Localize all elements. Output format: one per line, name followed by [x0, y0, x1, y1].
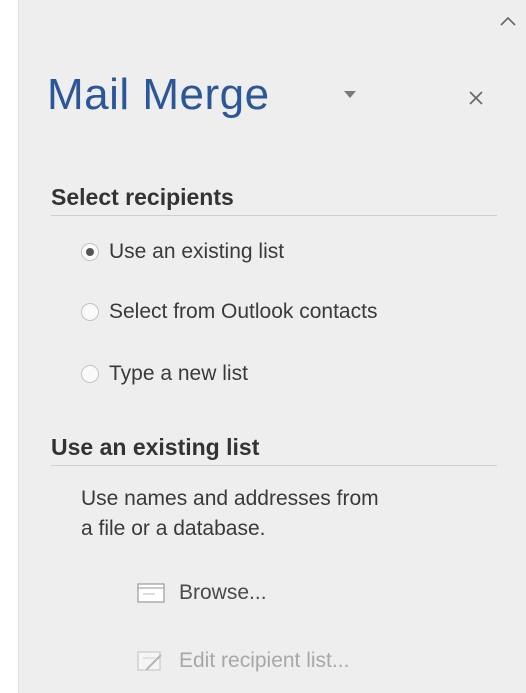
existing-list-heading: Use an existing list [51, 434, 260, 460]
radio-label: Select from Outlook contacts [109, 300, 378, 323]
radio-dot [86, 248, 94, 256]
section-divider [51, 215, 497, 216]
edit-recipient-list-link[interactable]: Edit recipient list... [135, 644, 349, 678]
collapse-ribbon-button[interactable] [494, 10, 522, 32]
edit-recipient-list-label: Edit recipient list... [179, 649, 350, 672]
browse-link[interactable]: Browse... [135, 576, 267, 610]
browse-file-icon [137, 583, 165, 603]
select-recipients-heading: Select recipients [51, 184, 234, 210]
edit-list-icon [137, 651, 162, 671]
radio-button-selected[interactable] [81, 243, 99, 261]
existing-list-description: Use names and addresses from a file or a… [81, 484, 501, 544]
radio-button[interactable] [81, 365, 99, 383]
radio-button[interactable] [81, 303, 99, 321]
pane-title: Mail Merge [47, 70, 270, 119]
radio-select-outlook-contacts[interactable]: Select from Outlook contacts [81, 296, 377, 328]
caret-down-icon [344, 90, 356, 98]
radio-type-new-list[interactable]: Type a new list [81, 358, 248, 390]
close-button[interactable] [462, 84, 490, 112]
section-divider [51, 465, 497, 466]
radio-label: Type a new list [109, 362, 248, 385]
radio-label: Use an existing list [109, 240, 285, 263]
browse-label: Browse... [179, 581, 267, 604]
mail-merge-pane: Mail Merge Select recipients Use an exis… [18, 0, 526, 693]
chevron-up-icon [500, 16, 516, 26]
radio-use-existing-list[interactable]: Use an existing list [81, 236, 284, 268]
pane-options-button[interactable] [337, 84, 363, 104]
description-line: Use names and addresses from [81, 487, 379, 510]
description-line: a file or a database. [81, 517, 266, 540]
close-icon [469, 91, 483, 105]
